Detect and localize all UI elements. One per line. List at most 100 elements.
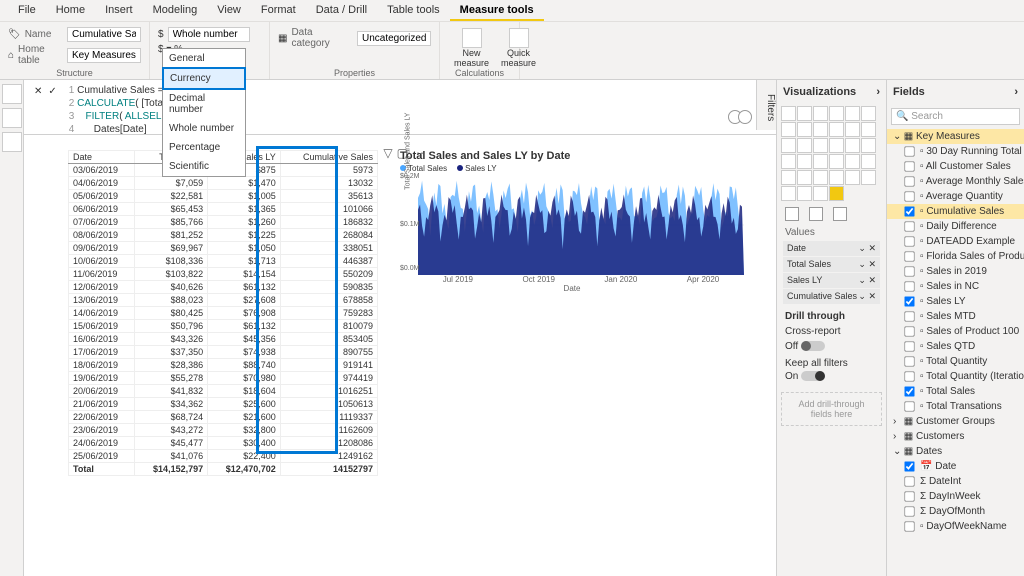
field-well-item[interactable]: Date⌄ ✕ bbox=[783, 241, 880, 256]
collapse-icon[interactable]: › bbox=[1014, 86, 1018, 98]
analytics-tab-icon[interactable] bbox=[833, 207, 847, 221]
format-option-general[interactable]: General bbox=[163, 49, 245, 68]
menu-modeling[interactable]: Modeling bbox=[143, 0, 208, 21]
viz-type-18[interactable] bbox=[781, 154, 796, 169]
viz-type-4[interactable] bbox=[845, 106, 860, 121]
table-row[interactable]: 25/06/2019$41,076$22,4001249162 bbox=[69, 450, 378, 463]
data-category-input[interactable] bbox=[357, 31, 431, 46]
formula-bar[interactable]: ✕✓ 1 Cumulative Sales = 2 CALCULATE( [To… bbox=[24, 80, 776, 135]
field-well-item[interactable]: Total Sales⌄ ✕ bbox=[783, 257, 880, 272]
viz-type-26[interactable] bbox=[813, 170, 828, 185]
field-cumulative-sales[interactable]: ▫ Cumulative Sales bbox=[887, 204, 1024, 219]
field-all-customer-sales[interactable]: ▫ All Customer Sales bbox=[887, 159, 1024, 174]
field-sales-qtd[interactable]: ▫ Sales QTD bbox=[887, 339, 1024, 354]
col-header[interactable]: Date bbox=[69, 151, 135, 164]
table-row[interactable]: 15/06/2019$50,796$61,132810079 bbox=[69, 320, 378, 333]
field-sales-of-product-100[interactable]: ▫ Sales of Product 100 bbox=[887, 324, 1024, 339]
viz-type-30[interactable] bbox=[781, 186, 796, 201]
viz-type-32[interactable] bbox=[813, 186, 828, 201]
chart-visual[interactable]: Total Sales and Sales LY by Date Total S… bbox=[400, 150, 744, 310]
field-sales-mtd[interactable]: ▫ Sales MTD bbox=[887, 309, 1024, 324]
viz-type-9[interactable] bbox=[829, 122, 844, 137]
field-total-quantity-iteration-[interactable]: ▫ Total Quantity (Iteration) bbox=[887, 369, 1024, 384]
table-row[interactable]: 23/06/2019$43,272$32,8001162609 bbox=[69, 424, 378, 437]
table-row[interactable]: 19/06/2019$55,278$70,980974419 bbox=[69, 372, 378, 385]
viz-type-22[interactable] bbox=[845, 154, 860, 169]
table-row[interactable]: 16/06/2019$43,326$45,356853405 bbox=[69, 333, 378, 346]
table-row[interactable]: 08/06/2019$81,252$1,225268084 bbox=[69, 229, 378, 242]
format-option-scientific[interactable]: Scientific bbox=[163, 157, 245, 176]
field-total-transations[interactable]: ▫ Total Transations bbox=[887, 399, 1024, 414]
field-sales-ly[interactable]: ▫ Sales LY bbox=[887, 294, 1024, 309]
menu-table-tools[interactable]: Table tools bbox=[377, 0, 450, 21]
viz-type-24[interactable] bbox=[781, 170, 796, 185]
field-dayofweekname[interactable]: ▫ DayOfWeekName bbox=[887, 519, 1024, 534]
menu-home[interactable]: Home bbox=[46, 0, 95, 21]
filters-pane-toggle[interactable]: Filters bbox=[756, 80, 776, 130]
field-dateint[interactable]: Σ DateInt bbox=[887, 474, 1024, 489]
viz-type-6[interactable] bbox=[781, 122, 796, 137]
field-date[interactable]: 📅 Date bbox=[887, 459, 1024, 474]
viz-type-16[interactable] bbox=[845, 138, 860, 153]
viz-type-25[interactable] bbox=[797, 170, 812, 185]
fields-table-dates[interactable]: ⌄ ▦ Dates bbox=[887, 444, 1024, 459]
viz-type-17[interactable] bbox=[861, 138, 876, 153]
viz-type-21[interactable] bbox=[829, 154, 844, 169]
table-row[interactable]: 20/06/2019$41,832$18,6041016251 bbox=[69, 385, 378, 398]
measure-name-input[interactable] bbox=[67, 27, 141, 42]
viz-type-20[interactable] bbox=[813, 154, 828, 169]
viz-type-33[interactable] bbox=[829, 186, 844, 201]
viz-type-1[interactable] bbox=[797, 106, 812, 121]
field-sales-in-nc[interactable]: ▫ Sales in NC bbox=[887, 279, 1024, 294]
field-30-day-running-total[interactable]: ▫ 30 Day Running Total bbox=[887, 144, 1024, 159]
table-row[interactable]: 17/06/2019$37,350$74,938890755 bbox=[69, 346, 378, 359]
table-row[interactable]: 07/06/2019$85,766$1,260186832 bbox=[69, 216, 378, 229]
format-option-decimal-number[interactable]: Decimal number bbox=[163, 89, 245, 119]
collapse-icon[interactable]: › bbox=[876, 86, 880, 98]
table-row[interactable]: 09/06/2019$69,967$1,050338051 bbox=[69, 242, 378, 255]
menu-measure-tools[interactable]: Measure tools bbox=[450, 0, 544, 21]
fields-tab-icon[interactable] bbox=[785, 207, 799, 221]
viz-type-2[interactable] bbox=[813, 106, 828, 121]
col-header[interactable]: Cumulative Sales bbox=[280, 151, 377, 164]
viz-type-23[interactable] bbox=[861, 154, 876, 169]
table-row[interactable]: 18/06/2019$28,386$88,740919141 bbox=[69, 359, 378, 372]
field-well-item[interactable]: Cumulative Sales⌄ ✕ bbox=[783, 289, 880, 304]
table-row[interactable]: 21/06/2019$34,362$25,6001050613 bbox=[69, 398, 378, 411]
menu-insert[interactable]: Insert bbox=[95, 0, 143, 21]
report-canvas[interactable]: ▽▢⋯ DateTotal SalesSales LYCumulative Sa… bbox=[24, 135, 776, 155]
filter-icon[interactable]: ▽ bbox=[383, 146, 392, 160]
viz-type-8[interactable] bbox=[813, 122, 828, 137]
viz-type-gallery[interactable] bbox=[777, 104, 886, 203]
table-row[interactable]: 13/06/2019$88,023$27,608678858 bbox=[69, 294, 378, 307]
fields-search-input[interactable]: 🔍 Search bbox=[891, 108, 1020, 125]
viz-type-14[interactable] bbox=[813, 138, 828, 153]
viz-type-11[interactable] bbox=[861, 122, 876, 137]
menu-format[interactable]: Format bbox=[251, 0, 306, 21]
table-row[interactable]: 14/06/2019$80,425$76,908759283 bbox=[69, 307, 378, 320]
table-row[interactable]: 12/06/2019$40,626$61,132590835 bbox=[69, 281, 378, 294]
field-dayinweek[interactable]: Σ DayInWeek bbox=[887, 489, 1024, 504]
field-total-sales[interactable]: ▫ Total Sales bbox=[887, 384, 1024, 399]
field-florida-sales-of-product-[interactable]: ▫ Florida Sales of Product ... bbox=[887, 249, 1024, 264]
fields-table-customers[interactable]: › ▦ Customers bbox=[887, 429, 1024, 444]
table-row[interactable]: 04/06/2019$7,059$1,47013032 bbox=[69, 177, 378, 190]
home-table-input[interactable] bbox=[67, 48, 141, 63]
viz-type-19[interactable] bbox=[797, 154, 812, 169]
report-view-button[interactable] bbox=[2, 84, 22, 104]
field-total-quantity[interactable]: ▫ Total Quantity bbox=[887, 354, 1024, 369]
drill-drop-hint[interactable]: Add drill-through fields here bbox=[781, 392, 882, 426]
viz-type-28[interactable] bbox=[845, 170, 860, 185]
fields-table-customer-groups[interactable]: › ▦ Customer Groups bbox=[887, 414, 1024, 429]
menu-view[interactable]: View bbox=[207, 0, 251, 21]
table-row[interactable]: 10/06/2019$108,336$1,713446387 bbox=[69, 255, 378, 268]
format-option-whole-number[interactable]: Whole number bbox=[163, 119, 245, 138]
viz-type-12[interactable] bbox=[781, 138, 796, 153]
menu-data-drill[interactable]: Data / Drill bbox=[306, 0, 377, 21]
viz-type-7[interactable] bbox=[797, 122, 812, 137]
table-row[interactable]: 11/06/2019$103,822$14,154550209 bbox=[69, 268, 378, 281]
field-average-monthly-sales[interactable]: ▫ Average Monthly Sales bbox=[887, 174, 1024, 189]
table-row[interactable]: 24/06/2019$45,477$30,4001208086 bbox=[69, 437, 378, 450]
field-daily-difference[interactable]: ▫ Daily Difference bbox=[887, 219, 1024, 234]
field-dayofmonth[interactable]: Σ DayOfMonth bbox=[887, 504, 1024, 519]
